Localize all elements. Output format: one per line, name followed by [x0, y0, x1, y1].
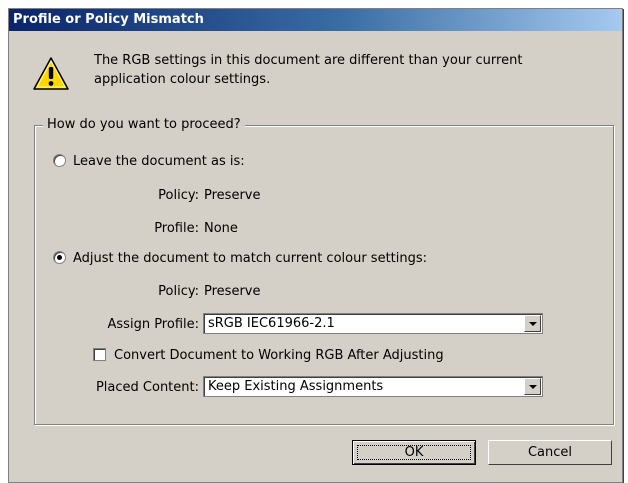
message-line-1: The RGB settings in this document are di… — [94, 53, 523, 68]
focus-ring — [357, 445, 471, 460]
chevron-down-icon[interactable] — [524, 315, 541, 332]
leave-policy-value: Preserve — [204, 188, 261, 203]
adjust-policy-value: Preserve — [204, 284, 261, 299]
group-legend: How do you want to proceed? — [43, 116, 245, 134]
radio-leave-indicator[interactable] — [53, 154, 66, 167]
message-line-2: application colour settings. — [94, 72, 271, 87]
placed-content-label: Placed Content: — [95, 380, 199, 395]
convert-checkbox[interactable] — [93, 348, 106, 361]
adjust-policy-label: Policy: — [158, 284, 199, 299]
radio-adjust-document[interactable]: Adjust the document to match current col… — [53, 250, 427, 268]
convert-checkbox-row[interactable]: Convert Document to Working RGB After Ad… — [93, 347, 444, 365]
ok-button[interactable]: OK — [352, 440, 476, 465]
chevron-down-icon[interactable] — [524, 378, 541, 395]
radio-leave-label: Leave the document as is: — [73, 154, 245, 169]
assign-profile-select[interactable]: sRGB IEC61966-2.1 — [203, 313, 543, 334]
assign-profile-label: Assign Profile: — [107, 317, 199, 332]
dialog-title-bar[interactable]: Profile or Policy Mismatch — [9, 9, 622, 31]
cancel-button[interactable]: Cancel — [488, 440, 612, 465]
cancel-button-label: Cancel — [527, 445, 573, 460]
leave-profile-label: Profile: — [154, 221, 199, 236]
leave-profile-value: None — [204, 221, 238, 236]
dialog-title: Profile or Policy Mismatch — [13, 12, 204, 27]
placed-content-value: Keep Existing Assignments — [208, 379, 384, 394]
dialog-message: The RGB settings in this document are di… — [94, 51, 594, 89]
profile-mismatch-dialog: Profile or Policy Mismatch The RGB setti… — [8, 8, 623, 483]
warning-icon — [33, 57, 69, 90]
leave-policy-label: Policy: — [158, 188, 199, 203]
radio-adjust-label: Adjust the document to match current col… — [73, 251, 428, 266]
radio-leave-document[interactable]: Leave the document as is: — [53, 153, 245, 171]
assign-profile-value: sRGB IEC61966-2.1 — [208, 316, 335, 331]
placed-content-select[interactable]: Keep Existing Assignments — [203, 376, 543, 397]
convert-checkbox-label: Convert Document to Working RGB After Ad… — [114, 348, 444, 363]
radio-adjust-indicator[interactable] — [53, 251, 66, 264]
